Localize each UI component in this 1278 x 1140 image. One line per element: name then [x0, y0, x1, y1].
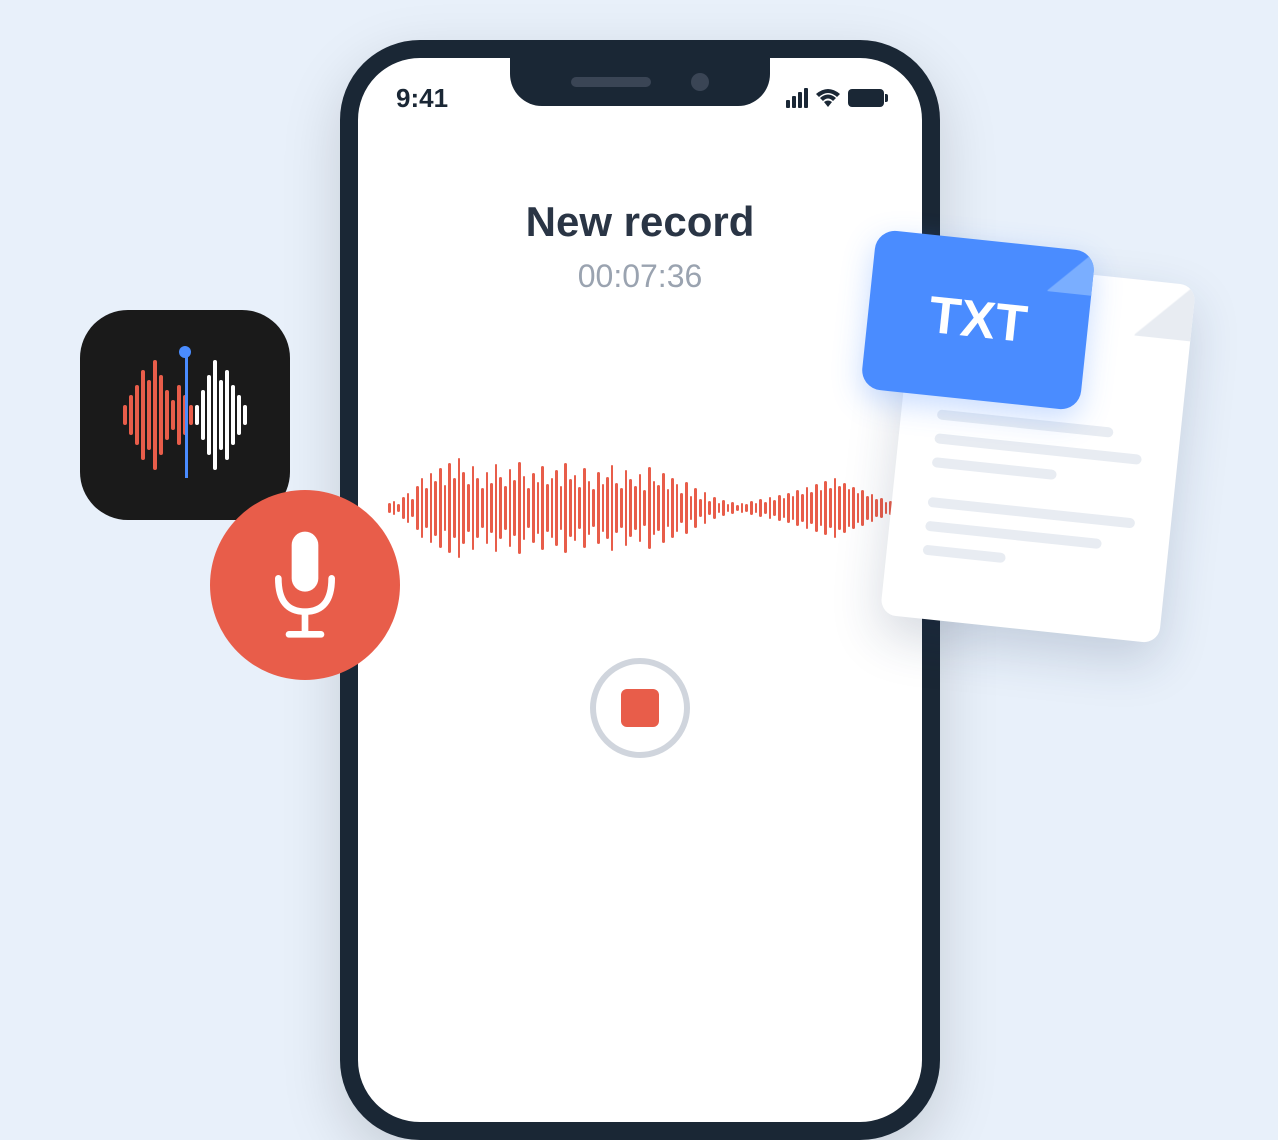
text-line-icon [925, 521, 1102, 549]
playhead-dot-icon [179, 346, 191, 358]
text-line-icon [922, 545, 1006, 564]
phone-mockup: 9:41 New record 00:07:36 [340, 40, 940, 1140]
signal-icon [786, 88, 808, 108]
battery-icon [848, 89, 884, 107]
waveform-icon [388, 438, 892, 578]
status-bar: 9:41 [358, 78, 922, 118]
recording-screen: New record 00:07:36 [358, 198, 922, 295]
wifi-icon [816, 89, 840, 107]
status-indicators [786, 88, 884, 108]
stop-button[interactable] [590, 658, 690, 758]
microphone-badge [210, 490, 400, 680]
txt-label: TXT [926, 285, 1030, 355]
file-fold-icon [1047, 247, 1095, 295]
page-fold-icon [1135, 280, 1197, 342]
stop-icon [621, 689, 659, 727]
recording-title: New record [358, 198, 922, 246]
recording-timer: 00:07:36 [358, 258, 922, 295]
text-line-icon [932, 457, 1057, 480]
microphone-icon [260, 525, 350, 645]
playhead-line-icon [185, 352, 188, 478]
status-time: 9:41 [396, 83, 448, 114]
voice-memo-app-icon [80, 310, 290, 520]
txt-file-badge: TXT [860, 229, 1096, 411]
